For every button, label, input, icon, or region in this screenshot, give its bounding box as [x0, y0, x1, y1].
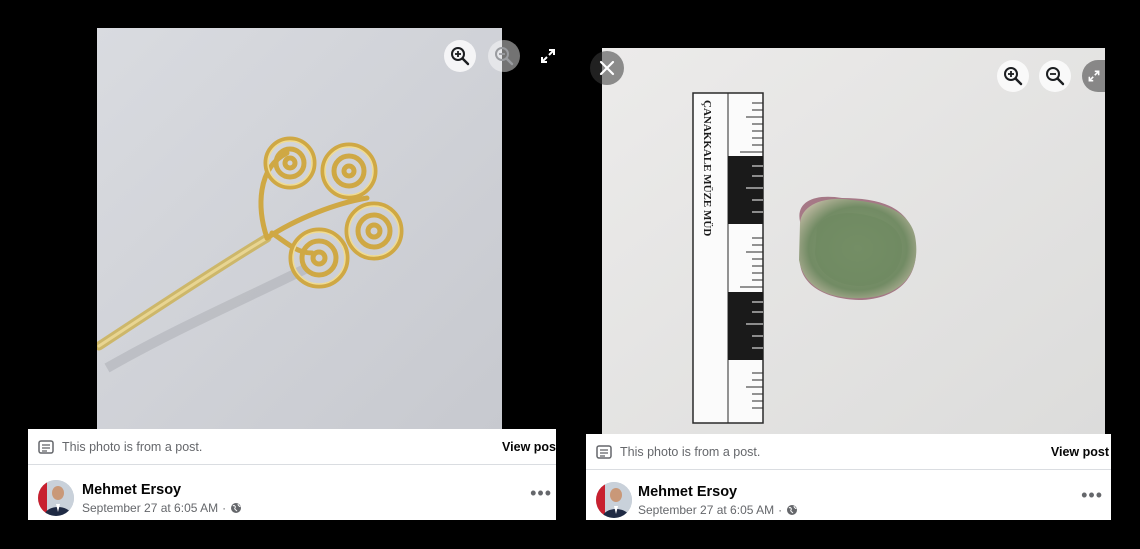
- ruler-label: ÇANAKKALE MÜZE MÜD: [701, 100, 714, 236]
- view-post-link[interactable]: View pos: [502, 440, 556, 454]
- photo-notice-row: This photo is from a post. View post: [586, 434, 1111, 470]
- avatar-image: [596, 482, 632, 518]
- globe-icon: [231, 503, 242, 513]
- right-photo: ÇANAKKALE MÜZE MÜD: [602, 48, 1105, 435]
- green-glass-fragment-image: ÇANAKKALE MÜZE MÜD: [602, 48, 1105, 435]
- author-row: Mehmet Ersoy September 27 at 6:05 AM · •…: [586, 470, 1111, 520]
- zoom-in-icon: [451, 47, 470, 66]
- fullscreen-icon: [541, 49, 555, 63]
- author-name[interactable]: Mehmet Ersoy: [82, 482, 181, 498]
- post-meta: September 27 at 6:05 AM ·: [82, 501, 242, 515]
- more-options-button[interactable]: •••: [1081, 485, 1103, 506]
- author-name[interactable]: Mehmet Ersoy: [638, 484, 737, 500]
- zoom-out-button[interactable]: [488, 40, 520, 72]
- glass-fragment: [799, 196, 917, 300]
- meta-separator: ·: [778, 503, 783, 517]
- meta-separator: ·: [222, 501, 227, 515]
- gold-spiral-pin-image: [97, 28, 502, 430]
- avatar-image: [38, 480, 74, 516]
- photo-notice-text: This photo is from a post.: [620, 444, 761, 459]
- photo-notice-row: This photo is from a post. View pos: [28, 429, 556, 465]
- left-photo: [97, 28, 502, 430]
- right-post-info-card: This photo is from a post. View post Meh…: [586, 434, 1111, 520]
- avatar[interactable]: [38, 480, 74, 516]
- zoom-out-button[interactable]: [1039, 60, 1071, 92]
- author-row: Mehmet Ersoy September 27 at 6:05 AM · •…: [28, 465, 556, 520]
- avatar[interactable]: [596, 482, 632, 518]
- close-button[interactable]: [590, 51, 624, 85]
- view-post-link[interactable]: View post: [1051, 445, 1109, 459]
- post-date[interactable]: September 27 at 6:05 AM: [82, 501, 218, 515]
- photo-notice-text: This photo is from a post.: [62, 439, 203, 454]
- fullscreen-button[interactable]: [532, 40, 564, 72]
- more-options-button[interactable]: •••: [530, 483, 552, 504]
- zoom-in-icon: [1004, 67, 1023, 86]
- fullscreen-icon: [1088, 70, 1099, 82]
- left-post-info-card: This photo is from a post. View pos Mehm…: [28, 429, 556, 520]
- post-icon: [38, 439, 54, 454]
- close-icon: [599, 60, 615, 76]
- zoom-in-button[interactable]: [444, 40, 476, 72]
- post-meta: September 27 at 6:05 AM ·: [638, 503, 798, 517]
- zoom-in-button[interactable]: [997, 60, 1029, 92]
- zoom-out-icon: [495, 47, 514, 66]
- zoom-out-icon: [1046, 67, 1065, 86]
- scale-ruler: ÇANAKKALE MÜZE MÜD: [692, 92, 764, 424]
- globe-icon: [787, 505, 798, 515]
- post-date[interactable]: September 27 at 6:05 AM: [638, 503, 774, 517]
- post-icon: [596, 444, 612, 459]
